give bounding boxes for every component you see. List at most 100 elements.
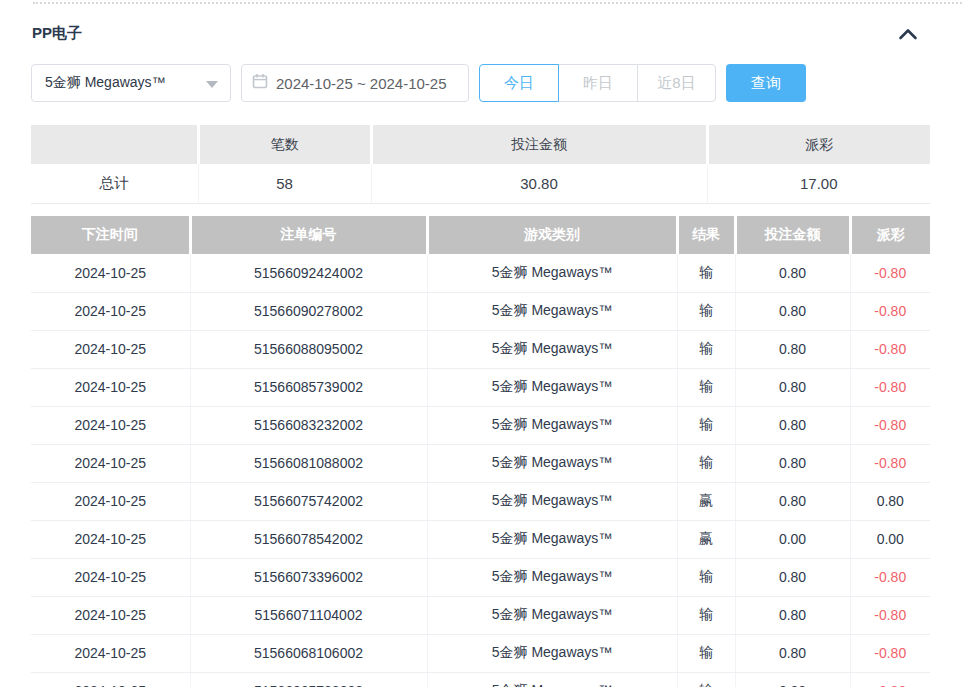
- summary-bet-amount: 30.80: [371, 164, 707, 203]
- summary-count: 58: [198, 164, 371, 203]
- bet-header-cell: 投注金额: [735, 216, 850, 254]
- panel-header: PP电子: [32, 24, 930, 44]
- bet-amount: 0.80: [735, 368, 850, 406]
- summary-header-cell: 派彩: [707, 125, 930, 164]
- bet-amount: 0.80: [735, 444, 850, 482]
- panel-title: PP电子: [32, 24, 82, 41]
- result: 赢: [677, 482, 735, 520]
- bet-amount: 0.80: [735, 558, 850, 596]
- payout: -0.80: [850, 330, 930, 368]
- summary-table: 笔数投注金额派彩 总计 58 30.80 17.00: [31, 125, 930, 204]
- order-id: 51566090278002: [190, 292, 427, 330]
- payout: 0.80: [850, 482, 930, 520]
- payout: -0.80: [850, 292, 930, 330]
- order-id: 51566073396002: [190, 558, 427, 596]
- calendar-icon: [252, 73, 268, 93]
- table-row: 2024-10-25515660832320025金狮 Megaways™输0.…: [31, 406, 930, 444]
- quick-button[interactable]: 今日: [479, 64, 559, 102]
- order-id: 51566068106002: [190, 634, 427, 672]
- payout: -0.80: [850, 672, 930, 687]
- game-type: 5金狮 Megaways™: [427, 672, 677, 687]
- payout: -0.80: [850, 558, 930, 596]
- game-type: 5金狮 Megaways™: [427, 444, 677, 482]
- table-row: 2024-10-25515660857390025金狮 Megaways™输0.…: [31, 368, 930, 406]
- summary-total-row: 总计 58 30.80 17.00: [31, 164, 930, 203]
- result: 赢: [677, 520, 735, 558]
- summary-header-row: 笔数投注金额派彩: [31, 125, 930, 164]
- bet-amount: 0.80: [735, 634, 850, 672]
- quick-button[interactable]: 昨日: [558, 64, 638, 102]
- table-row: 2024-10-25515660810880025金狮 Megaways™输0.…: [31, 444, 930, 482]
- order-id: 51566078542002: [190, 520, 427, 558]
- table-row: 2024-10-25515660924240025金狮 Megaways™输0.…: [31, 254, 930, 292]
- top-dotted-divider: [33, 2, 962, 4]
- order-id: 51566081088002: [190, 444, 427, 482]
- result: 输: [677, 330, 735, 368]
- payout: -0.80: [850, 406, 930, 444]
- collapse-chevron-up-icon[interactable]: [898, 27, 918, 41]
- bet-date: 2024-10-25: [31, 520, 190, 558]
- payout: -0.80: [850, 254, 930, 292]
- game-type: 5金狮 Megaways™: [427, 292, 677, 330]
- result: 输: [677, 444, 735, 482]
- bet-date: 2024-10-25: [31, 368, 190, 406]
- order-id: 51566088095002: [190, 330, 427, 368]
- summary-header-cell: [31, 125, 198, 164]
- result: 输: [677, 558, 735, 596]
- bet-date: 2024-10-25: [31, 672, 190, 687]
- table-row: 2024-10-25515660711040025金狮 Megaways™输0.…: [31, 596, 930, 634]
- bet-amount: 0.80: [735, 482, 850, 520]
- order-id: 51566075742002: [190, 482, 427, 520]
- bet-header-cell: 派彩: [850, 216, 930, 254]
- result: 输: [677, 634, 735, 672]
- result: 输: [677, 406, 735, 444]
- date-range-value: 2024-10-25 ~ 2024-10-25: [276, 75, 447, 92]
- bet-amount: 0.00: [735, 520, 850, 558]
- bet-header-cell: 游戏类别: [427, 216, 677, 254]
- payout: -0.80: [850, 368, 930, 406]
- table-row: 2024-10-25515660902780025金狮 Megaways™输0.…: [31, 292, 930, 330]
- game-type: 5金狮 Megaways™: [427, 482, 677, 520]
- date-range-input[interactable]: 2024-10-25 ~ 2024-10-25: [241, 64, 469, 102]
- order-id: 51566083232002: [190, 406, 427, 444]
- summary-payout: 17.00: [707, 164, 930, 203]
- result: 输: [677, 596, 735, 634]
- payout: 0.00: [850, 520, 930, 558]
- table-row: 2024-10-25515660785420025金狮 Megaways™赢0.…: [31, 520, 930, 558]
- table-row: 2024-10-25515660681060025金狮 Megaways™输0.…: [31, 634, 930, 672]
- chevron-down-icon: [206, 81, 218, 88]
- table-row: 2024-10-25515660757420025金狮 Megaways™赢0.…: [31, 482, 930, 520]
- bet-header-cell: 结果: [677, 216, 735, 254]
- game-type: 5金狮 Megaways™: [427, 406, 677, 444]
- bet-date: 2024-10-25: [31, 254, 190, 292]
- pp-games-panel: PP电子 5金狮 Megaways™ 2024-10-25 ~ 2024-10-…: [0, 0, 962, 687]
- bet-table-body: 2024-10-25515660924240025金狮 Megaways™输0.…: [31, 254, 930, 687]
- table-row: 2024-10-25515660880950025金狮 Megaways™输0.…: [31, 330, 930, 368]
- quick-button[interactable]: 近8日: [637, 64, 716, 102]
- order-id: 51566092424002: [190, 254, 427, 292]
- summary-total-label: 总计: [31, 164, 198, 203]
- bet-amount: 0.80: [735, 254, 850, 292]
- result: 输: [677, 254, 735, 292]
- summary-header-cell: 投注金额: [371, 125, 707, 164]
- bet-date: 2024-10-25: [31, 292, 190, 330]
- payout: -0.80: [850, 634, 930, 672]
- bet-date: 2024-10-25: [31, 406, 190, 444]
- bet-amount: 0.80: [735, 292, 850, 330]
- game-type: 5金狮 Megaways™: [427, 368, 677, 406]
- table-row: 2024-10-25515660733960025金狮 Megaways™输0.…: [31, 558, 930, 596]
- bet-date: 2024-10-25: [31, 444, 190, 482]
- bet-date: 2024-10-25: [31, 596, 190, 634]
- bet-date: 2024-10-25: [31, 558, 190, 596]
- bet-header-cell: 注单编号: [190, 216, 427, 254]
- game-type: 5金狮 Megaways™: [427, 634, 677, 672]
- quick-date-buttons: 今日昨日近8日: [479, 64, 716, 102]
- game-select[interactable]: 5金狮 Megaways™: [31, 64, 231, 102]
- bet-header-cell: 下注时间: [31, 216, 190, 254]
- query-button[interactable]: 查询: [726, 64, 806, 102]
- bet-amount: 0.80: [735, 406, 850, 444]
- game-type: 5金狮 Megaways™: [427, 596, 677, 634]
- bet-date: 2024-10-25: [31, 482, 190, 520]
- payout: -0.80: [850, 444, 930, 482]
- game-type: 5金狮 Megaways™: [427, 558, 677, 596]
